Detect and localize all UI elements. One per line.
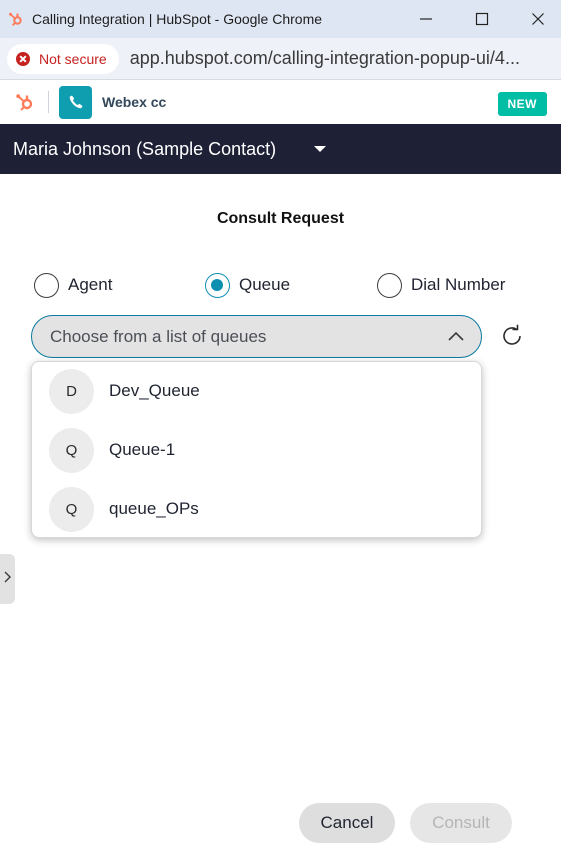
radio-button[interactable] xyxy=(377,272,402,298)
list-item-label: queue_OPs xyxy=(109,499,199,518)
queue-dropdown-list: D Dev_Queue Q Queue-1 Q queue_OPs xyxy=(31,361,482,538)
security-chip[interactable]: Not secure xyxy=(7,43,119,74)
close-icon[interactable] xyxy=(515,0,561,38)
window-titlebar: Calling Integration | HubSpot - Google C… xyxy=(0,0,561,38)
url-text[interactable]: app.hubspot.com/calling-integration-popu… xyxy=(130,48,530,69)
window-title: Calling Integration | HubSpot - Google C… xyxy=(32,11,323,27)
queue-select-placeholder: Choose from a list of queues xyxy=(50,326,267,346)
security-label: Not secure xyxy=(39,50,107,67)
list-item-label: Queue-1 xyxy=(109,440,176,459)
new-badge: NEW xyxy=(497,92,547,116)
radio-button[interactable] xyxy=(34,272,59,298)
avatar: D xyxy=(49,368,94,414)
address-bar: Not secure app.hubspot.com/calling-integ… xyxy=(0,38,561,80)
radio-label: Agent xyxy=(68,275,113,294)
minimize-icon[interactable] xyxy=(403,0,449,38)
list-item[interactable]: Q queue_OPs xyxy=(32,480,481,538)
chevron-right-icon xyxy=(3,570,12,589)
chevron-up-icon[interactable] xyxy=(447,328,465,351)
cancel-button[interactable]: Cancel xyxy=(299,803,395,843)
radio-label: Queue xyxy=(239,275,291,294)
radio-agent[interactable]: Agent xyxy=(34,272,112,298)
not-secure-icon xyxy=(16,51,30,66)
page-title: Consult Request xyxy=(216,210,345,227)
contact-selector[interactable]: Maria Johnson (Sample Contact) xyxy=(0,124,561,174)
radio-label: Dial Number xyxy=(411,275,506,294)
list-item-label: Dev_Queue xyxy=(109,381,200,400)
hubspot-logo-icon xyxy=(14,91,36,113)
radio-button-selected[interactable] xyxy=(205,272,230,298)
hubspot-logo-icon xyxy=(7,10,25,28)
consult-button[interactable]: Consult xyxy=(410,803,512,843)
refresh-icon[interactable] xyxy=(499,323,525,349)
list-item[interactable]: Q Queue-1 xyxy=(32,421,481,479)
header-divider xyxy=(48,91,49,113)
avatar: Q xyxy=(49,486,94,532)
caret-down-icon[interactable] xyxy=(314,146,327,152)
maximize-icon[interactable] xyxy=(459,0,505,38)
radio-queue[interactable]: Queue xyxy=(205,272,290,298)
side-panel-toggle[interactable] xyxy=(0,554,15,604)
avatar: Q xyxy=(49,427,94,473)
integration-header: Webex cc NEW xyxy=(0,80,561,124)
radio-dial-number[interactable]: Dial Number xyxy=(377,272,505,298)
phone-icon xyxy=(59,85,92,119)
list-item[interactable]: D Dev_Queue xyxy=(32,362,481,420)
contact-name: Maria Johnson (Sample Contact) xyxy=(13,138,277,159)
integration-name: Webex cc xyxy=(102,94,167,110)
queue-select[interactable]: Choose from a list of queues xyxy=(31,315,482,358)
